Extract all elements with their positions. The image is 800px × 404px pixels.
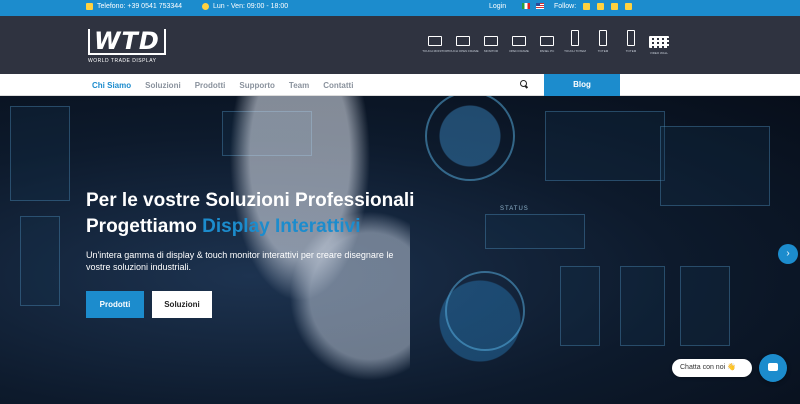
- clock-icon: [202, 3, 209, 10]
- phone-info[interactable]: Telefono: +39 0541 753344: [86, 3, 182, 10]
- italian-flag-icon[interactable]: [522, 3, 530, 9]
- follow-label: Follow:: [554, 3, 577, 10]
- facebook-icon[interactable]: [583, 3, 591, 10]
- hero-title: Per le vostre Soluzioni Professionali Pr…: [86, 188, 506, 240]
- login-label: Login: [489, 3, 507, 10]
- hud-panel: [620, 266, 665, 346]
- chat-prompt[interactable]: Chatta con noi 👋: [672, 359, 752, 377]
- nav-contatti[interactable]: Contatti: [323, 81, 353, 90]
- phone-icon: [86, 3, 93, 10]
- category-touch-monitor[interactable]: TOUCH MONITOR: [422, 36, 448, 55]
- hours-info: Lun - Ven: 09:00 - 18:00: [202, 3, 288, 10]
- video-wall-icon: [649, 36, 669, 48]
- category-open-frame[interactable]: OPEN FRAME: [508, 36, 530, 55]
- language-switcher: [520, 3, 544, 9]
- youtube-icon[interactable]: [611, 3, 619, 10]
- totem-icon: [627, 30, 635, 46]
- hud-panel: [10, 106, 70, 201]
- hud-panel: [680, 266, 730, 346]
- top-bar: Telefono: +39 0541 753344 Lun - Ven: 09:…: [0, 0, 800, 16]
- hero-title-line2-prefix: Progettiamo: [86, 216, 203, 237]
- soluzioni-button[interactable]: Soluzioni: [152, 291, 212, 318]
- logo-subtitle: WORLD TRADE DISPLAY: [88, 58, 157, 64]
- instagram-icon[interactable]: [597, 3, 605, 10]
- touch-monitor-icon: [428, 36, 442, 46]
- touch-totem-icon: [571, 30, 579, 46]
- english-flag-icon[interactable]: [536, 3, 544, 9]
- hud-panel: [660, 126, 770, 206]
- social-follow: Follow:: [554, 3, 633, 10]
- category-video-wall[interactable]: VIDEO WALL: [648, 36, 670, 55]
- hud-ring: [425, 96, 515, 181]
- hero-title-highlight: Display Interattivi: [202, 216, 361, 237]
- totem-icon: [599, 30, 607, 46]
- main-navigation: Chi Siamo Soluzioni Prodotti Supporto Te…: [0, 74, 800, 96]
- site-header: WTD WORLD TRADE DISPLAY TOUCH MONITOR TO…: [0, 16, 800, 74]
- panel-pc-icon: [540, 36, 554, 46]
- hero-section: STATUS Per le vostre Soluzioni Professio…: [0, 96, 800, 404]
- chevron-right-icon: ›: [786, 248, 790, 259]
- hero-title-line1: Per le vostre Soluzioni Professionali: [86, 190, 415, 211]
- hud-panel: [545, 111, 665, 181]
- category-touch-totem[interactable]: TOUCH TOTEM: [564, 30, 586, 55]
- nav-chi-siamo[interactable]: Chi Siamo: [92, 81, 131, 90]
- product-categories: TOUCH MONITOR TOUCH OPEN FRAME MONITOR O…: [422, 30, 670, 55]
- blog-button[interactable]: Blog: [544, 74, 620, 96]
- hud-panel: [560, 266, 600, 346]
- site-logo[interactable]: WTD WORLD TRADE DISPLAY: [88, 29, 166, 64]
- linkedin-icon[interactable]: [625, 3, 633, 10]
- slider-next-button[interactable]: ›: [778, 244, 798, 264]
- phone-label: Telefono: +39 0541 753344: [97, 3, 183, 10]
- category-monitor[interactable]: MONITOR: [480, 36, 502, 55]
- chat-icon[interactable]: [759, 354, 787, 382]
- category-panel-pc[interactable]: PANEL PC: [536, 36, 558, 55]
- category-totem-2[interactable]: TOTEM: [620, 30, 642, 55]
- hero-lead: Un'intera gamma di display & touch monit…: [86, 250, 394, 272]
- logo-mark: WTD: [88, 29, 166, 55]
- hud-ring: [445, 271, 525, 351]
- login-link[interactable]: Login: [489, 3, 506, 10]
- nav-soluzioni[interactable]: Soluzioni: [145, 81, 181, 90]
- monitor-icon: [484, 36, 498, 46]
- nav-supporto[interactable]: Supporto: [239, 81, 275, 90]
- search-icon[interactable]: [520, 80, 528, 88]
- category-totem[interactable]: TOTEM: [592, 30, 614, 55]
- open-frame-icon: [456, 36, 470, 46]
- hours-label: Lun - Ven: 09:00 - 18:00: [213, 3, 289, 10]
- prodotti-button[interactable]: Prodotti: [86, 291, 144, 318]
- nav-team[interactable]: Team: [289, 81, 309, 90]
- nav-prodotti[interactable]: Prodotti: [195, 81, 226, 90]
- category-touch-open-frame[interactable]: TOUCH OPEN FRAME: [447, 36, 479, 55]
- frame-icon: [512, 36, 526, 46]
- hud-panel: [20, 216, 60, 306]
